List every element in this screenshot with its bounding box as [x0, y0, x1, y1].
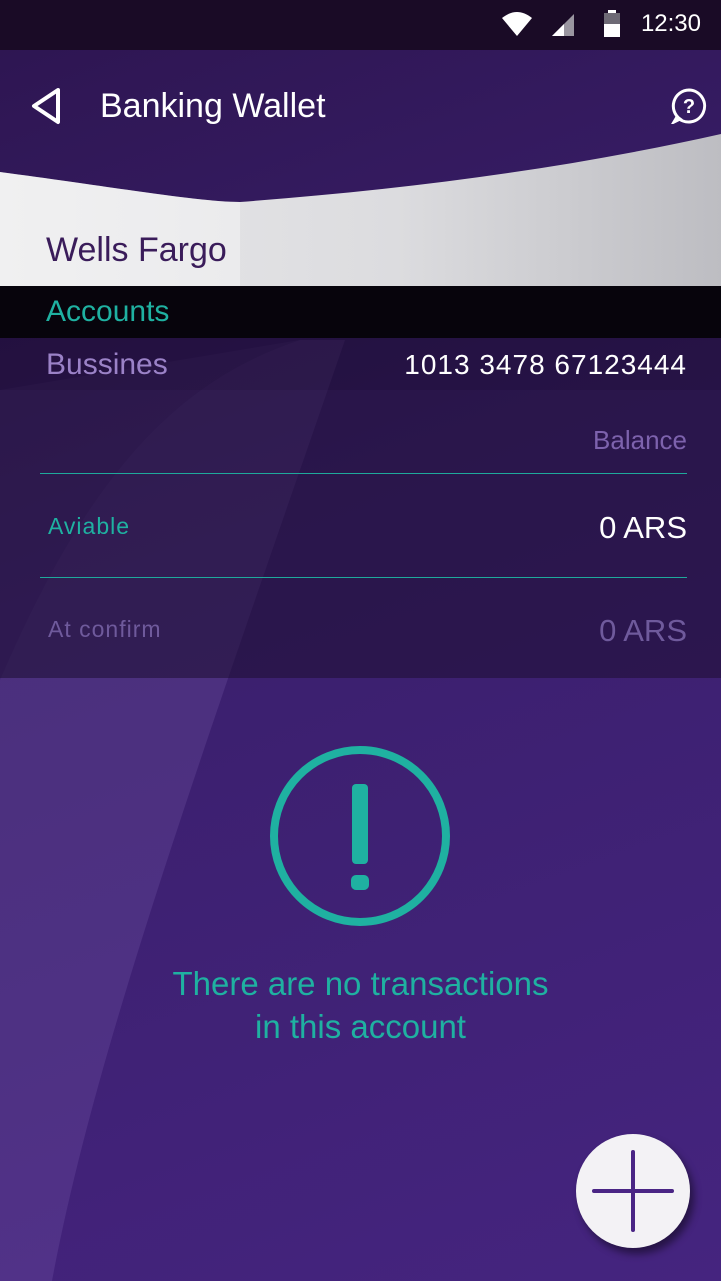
empty-state-line-2: in this account: [255, 1008, 466, 1045]
screen: 12:30 Banking Wallet ? Wells Fargo Accou…: [0, 0, 721, 1281]
at-confirm-label: At confirm: [48, 616, 162, 642]
accounts-section-header: Accounts: [0, 286, 721, 338]
bank-name: Wells Fargo: [46, 231, 227, 269]
page-title: Banking Wallet: [100, 87, 326, 125]
divider: [40, 577, 687, 578]
wifi-icon: [502, 12, 532, 36]
battery-icon: [604, 10, 620, 37]
account-type: Bussines: [46, 348, 168, 381]
back-arrow-icon[interactable]: [28, 86, 68, 126]
balance-header: Balance: [593, 425, 687, 455]
available-label: Aviable: [48, 513, 131, 539]
divider: [40, 473, 687, 474]
available-value: 0 ARS: [599, 510, 687, 545]
account-selector[interactable]: Bussines 1013 3478 67123444: [0, 338, 721, 390]
status-bar: 12:30: [0, 0, 721, 50]
help-icon[interactable]: ?: [671, 88, 707, 124]
add-transaction-button[interactable]: [576, 1134, 690, 1248]
empty-state-message: There are no transactions in this accoun…: [0, 962, 721, 1048]
at-confirm-value: 0 ARS: [599, 613, 687, 648]
accounts-label: Accounts: [46, 295, 170, 328]
plus-icon: [592, 1150, 674, 1232]
empty-state-line-1: There are no transactions: [172, 965, 549, 1002]
balance-panel: Balance Aviable 0 ARS At confirm 0 ARS: [0, 390, 721, 678]
account-number: 1013 3478 67123444: [404, 349, 687, 380]
status-time: 12:30: [640, 10, 701, 37]
alert-icon: [270, 746, 450, 926]
signal-icon: [552, 14, 574, 36]
svg-text:?: ?: [683, 96, 695, 118]
